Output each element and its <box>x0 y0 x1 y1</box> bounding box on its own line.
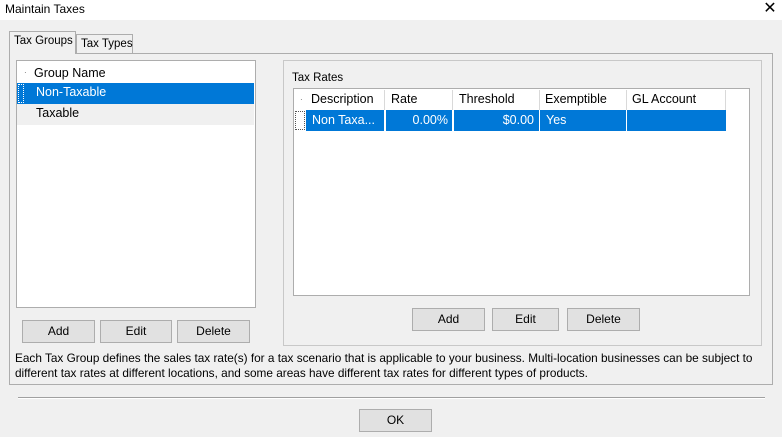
close-icon[interactable]: ✕ <box>760 0 780 19</box>
footer-separator <box>18 397 765 399</box>
window-title: Maintain Taxes <box>5 2 85 16</box>
cell-threshold[interactable]: $0.00 <box>454 110 540 131</box>
sort-glyph-icon: · <box>24 68 27 77</box>
focus-rect <box>18 84 24 103</box>
tab-tax-types[interactable]: Tax Types <box>76 34 133 54</box>
list-item-label: Non-Taxable <box>36 85 107 99</box>
cell-gl-account[interactable] <box>627 110 726 131</box>
cell-description[interactable]: Non Taxa... <box>306 110 385 131</box>
edit-rate-button[interactable]: Edit <box>492 308 559 331</box>
help-description: Each Tax Group defines the sales tax rat… <box>15 351 753 380</box>
cell-exemptible[interactable]: Yes <box>540 110 627 131</box>
title-bar <box>0 0 782 20</box>
group-name-header[interactable]: Group Name <box>34 66 106 80</box>
tax-rates-label: Tax Rates <box>292 72 344 84</box>
add-rate-button[interactable]: Add <box>412 308 485 331</box>
add-group-button[interactable]: Add <box>22 320 95 343</box>
column-rate[interactable]: Rate <box>386 90 453 110</box>
delete-group-button[interactable]: Delete <box>177 320 250 343</box>
column-gl-account[interactable]: GL Account <box>627 90 726 110</box>
tab-tax-groups[interactable]: Tax Groups <box>9 31 76 54</box>
ok-button[interactable]: OK <box>359 409 432 432</box>
delete-rate-button[interactable]: Delete <box>567 308 640 331</box>
list-item-non-taxable[interactable]: Non-Taxable <box>17 83 254 104</box>
list-item-label: Taxable <box>36 106 80 120</box>
cell-rate[interactable]: 0.00% <box>386 110 453 131</box>
column-description[interactable]: Description <box>306 90 385 110</box>
edit-group-button[interactable]: Edit <box>100 320 172 343</box>
list-item-taxable[interactable]: Taxable <box>17 104 254 125</box>
column-threshold[interactable]: Threshold <box>454 90 540 110</box>
sort-glyph-icon: · <box>300 95 303 104</box>
row-indicator <box>295 111 305 130</box>
column-exemptible[interactable]: Exemptible <box>540 90 627 110</box>
